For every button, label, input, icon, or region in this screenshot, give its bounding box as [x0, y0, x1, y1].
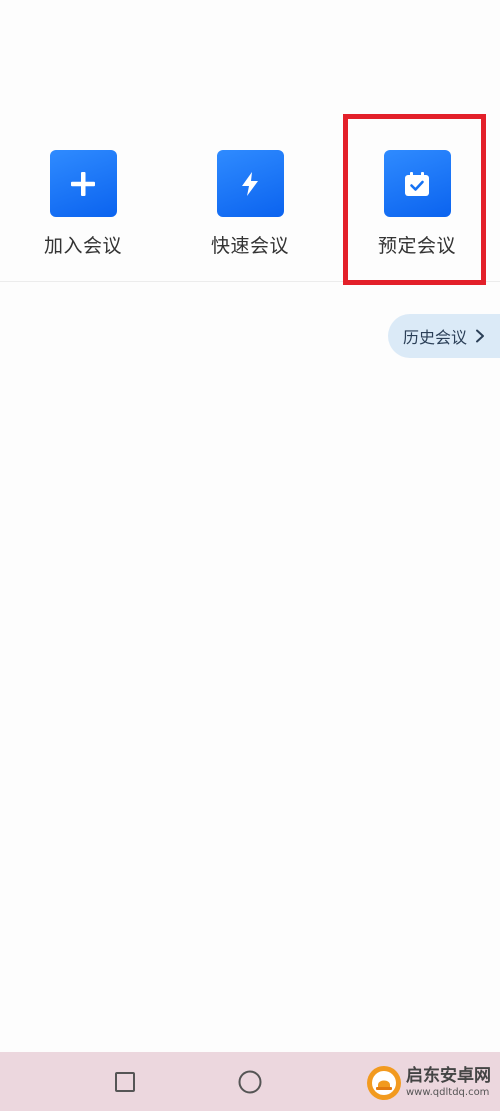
- watermark-title: 启东安卓网: [406, 1066, 491, 1086]
- chevron-right-icon: [476, 329, 485, 343]
- join-meeting-button[interactable]: 加入会议: [13, 150, 153, 270]
- recent-apps-button[interactable]: [109, 1066, 141, 1098]
- calendar-check-icon: [405, 171, 429, 196]
- schedule-meeting-button[interactable]: 预定会议: [347, 150, 487, 270]
- section-divider: [0, 281, 500, 282]
- square-icon: [115, 1072, 135, 1092]
- circle-icon: [238, 1070, 262, 1094]
- history-meetings-label: 历史会议: [403, 328, 468, 347]
- app-screen: 加入会议 快速会议 预定会议 历史会议 启东安卓网 www.qdltdq.com: [0, 0, 500, 1111]
- join-meeting-tile: [49, 150, 117, 217]
- quick-meeting-button[interactable]: 快速会议: [180, 150, 320, 270]
- history-meetings-button[interactable]: 历史会议: [388, 314, 500, 358]
- schedule-meeting-tile: [383, 150, 451, 217]
- lightning-icon: [242, 171, 258, 196]
- watermark-logo-icon: [367, 1066, 401, 1100]
- join-meeting-label: 加入会议: [43, 235, 122, 257]
- plus-icon: [71, 171, 95, 196]
- home-button[interactable]: [234, 1066, 266, 1098]
- watermark: 启东安卓网 www.qdltdq.com: [365, 1058, 491, 1108]
- quick-actions: 加入会议 快速会议 预定会议: [0, 0, 500, 282]
- quick-meeting-label: 快速会议: [210, 235, 289, 257]
- quick-meeting-tile: [216, 150, 284, 217]
- watermark-url: www.qdltdq.com: [406, 1087, 490, 1098]
- schedule-meeting-label: 预定会议: [377, 235, 456, 257]
- watermark-text: 启东安卓网 www.qdltdq.com: [406, 1068, 491, 1098]
